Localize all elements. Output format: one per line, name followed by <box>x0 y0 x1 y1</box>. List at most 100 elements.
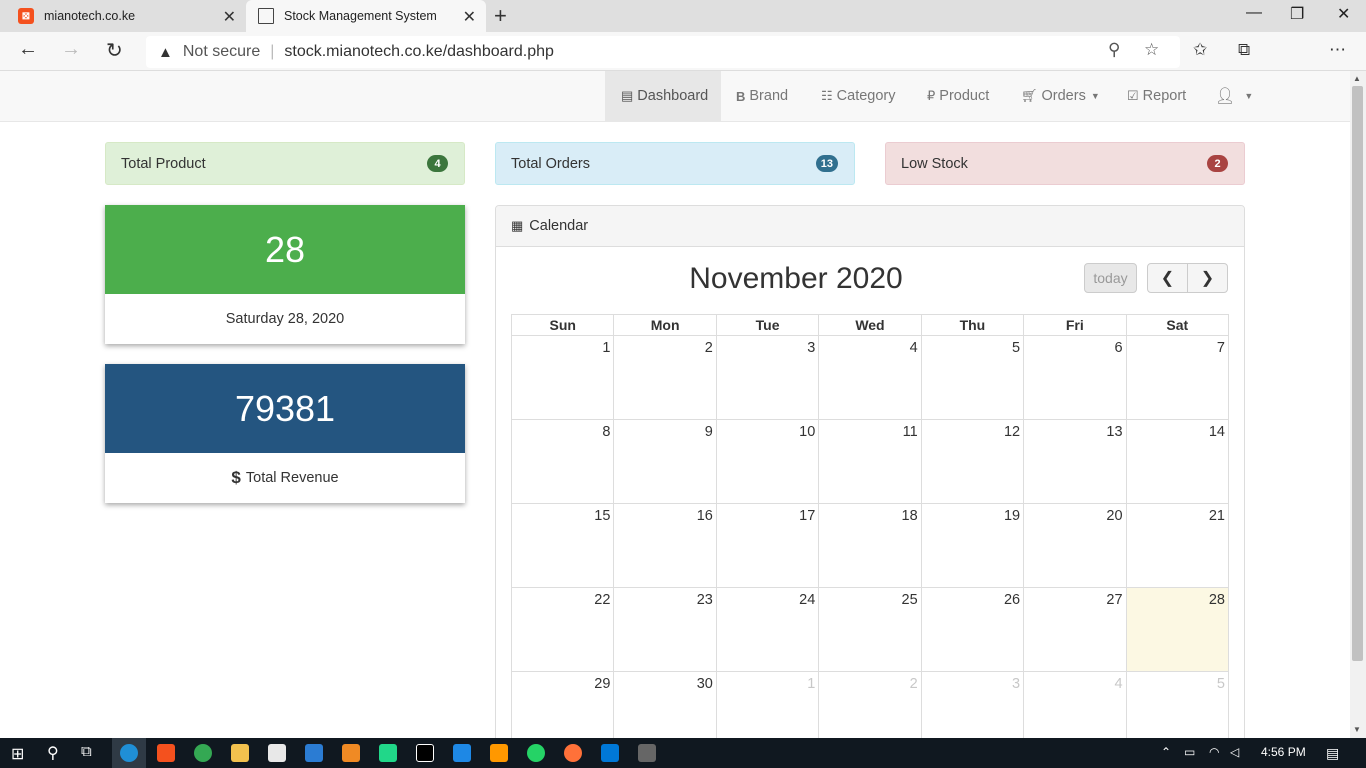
close-window-icon[interactable]: ✕ <box>1337 4 1350 24</box>
low-stock-box[interactable]: Low Stock 2 <box>885 142 1245 185</box>
chevron-right-icon: ❯ <box>1200 270 1215 287</box>
edge-icon[interactable] <box>120 744 138 762</box>
calendar-week-row: 1 2 3 4 5 6 7 <box>510 335 1230 420</box>
calendar-day[interactable]: 13 <box>1023 419 1127 504</box>
calendar-day[interactable]: 15 <box>510 503 615 588</box>
calendar-day-other-month[interactable]: 4 <box>1023 671 1127 744</box>
calendar-day[interactable]: 27 <box>1023 587 1127 672</box>
calendar-day[interactable]: 26 <box>920 587 1025 672</box>
firefox-icon[interactable] <box>564 744 582 762</box>
calendar-day[interactable]: 21 <box>1125 503 1230 588</box>
calendar-day[interactable]: 20 <box>1023 503 1127 588</box>
address-bar: ← → ↻ ▲ Not secure | stock.mianotech.co.… <box>0 32 1366 94</box>
windows-start-icon[interactable]: ⊞ <box>11 744 24 764</box>
new-tab-icon[interactable]: + <box>494 3 507 29</box>
total-orders-box[interactable]: Total Orders 13 <box>495 142 855 185</box>
favorite-star-icon[interactable]: ☆ <box>1144 40 1159 60</box>
whatsapp-icon[interactable] <box>527 744 545 762</box>
calendar-day[interactable]: 24 <box>715 587 820 672</box>
forward-icon[interactable]: → <box>61 38 81 61</box>
nav-report[interactable]: ☑ Report <box>1127 71 1186 121</box>
scroll-up-icon[interactable]: ▲ <box>1353 74 1361 83</box>
notifications-icon[interactable]: ▤ <box>1326 745 1339 762</box>
calendar-day-other-month[interactable]: 1 <box>715 671 820 744</box>
calendar-day-other-month[interactable]: 3 <box>920 671 1025 744</box>
windows-taskbar: ⊞ ⚲ ⧉ ⌃ ▭ ◠ ◁ 4:56 PM ▤ <box>0 738 1366 768</box>
vscode-icon[interactable] <box>601 744 619 762</box>
nav-brand[interactable]: B Brand <box>736 71 788 121</box>
calendar-day[interactable]: 5 <box>920 335 1025 420</box>
calendar-day[interactable]: 19 <box>920 503 1025 588</box>
browser-tab-stock[interactable]: Stock Management System ✕ <box>246 0 486 32</box>
calendar-day[interactable]: 11 <box>818 419 922 504</box>
minimize-icon[interactable]: — <box>1246 4 1262 22</box>
today-button[interactable]: today <box>1084 263 1137 293</box>
page-scrollbar[interactable]: ▲ ▼ <box>1350 71 1366 738</box>
calendar-day[interactable]: 9 <box>613 419 717 504</box>
back-icon[interactable]: ← <box>18 38 38 61</box>
calendar-day[interactable]: 10 <box>715 419 820 504</box>
zoom-key-icon[interactable]: ⚲ <box>1108 40 1120 60</box>
calendar-day[interactable]: 29 <box>510 671 615 744</box>
url-field[interactable]: ▲ Not secure | stock.mianotech.co.ke/das… <box>146 36 1180 68</box>
search-icon[interactable]: ⚲ <box>47 743 59 763</box>
store-icon[interactable] <box>268 744 286 762</box>
more-menu-icon[interactable]: ⋯ <box>1329 40 1346 60</box>
calendar-week-row: 15 16 17 18 19 20 21 <box>510 503 1230 588</box>
close-tab-icon[interactable]: ✕ <box>223 7 236 27</box>
calendar-day[interactable]: 7 <box>1125 335 1230 420</box>
scroll-down-icon[interactable]: ▼ <box>1353 725 1361 734</box>
mail-icon[interactable] <box>305 744 323 762</box>
wifi-icon[interactable]: ◠ <box>1209 745 1219 759</box>
calendar-day[interactable]: 12 <box>920 419 1025 504</box>
nav-user-menu[interactable]: 👤︎ ▼ <box>1215 71 1253 121</box>
weekday-header: Tue <box>715 314 820 336</box>
calendar-day[interactable]: 30 <box>613 671 717 744</box>
total-product-box[interactable]: Total Product 4 <box>105 142 465 185</box>
calendar-day[interactable]: 25 <box>818 587 922 672</box>
xampp-icon[interactable] <box>157 744 175 762</box>
browser-tab-mianotech[interactable]: ⊠ mianotech.co.ke ✕ <box>0 0 246 32</box>
task-view-icon[interactable]: ⧉ <box>81 743 92 760</box>
file-explorer-icon[interactable] <box>231 744 249 762</box>
calendar-day[interactable]: 6 <box>1023 335 1127 420</box>
calendar-day[interactable]: 2 <box>613 335 717 420</box>
nav-product[interactable]: ₽ Product <box>927 71 989 121</box>
pycharm-icon[interactable] <box>379 744 397 762</box>
nav-dashboard[interactable]: ▤ Dashboard <box>605 71 721 121</box>
battery-icon[interactable]: ▭ <box>1184 745 1195 759</box>
calendar-day[interactable]: 23 <box>613 587 717 672</box>
intellij-icon[interactable] <box>416 744 434 762</box>
calendar-day[interactable]: 8 <box>510 419 615 504</box>
volume-icon[interactable]: ◁ <box>1230 745 1239 759</box>
calendar-day[interactable]: 14 <box>1125 419 1230 504</box>
favorites-icon[interactable]: ✩ <box>1193 40 1207 60</box>
chrome-icon[interactable] <box>194 744 212 762</box>
calendar-day-other-month[interactable]: 5 <box>1125 671 1230 744</box>
calendar-day[interactable]: 3 <box>715 335 820 420</box>
nav-category[interactable]: ☷ Category <box>821 71 896 121</box>
scrollbar-thumb[interactable] <box>1352 86 1363 661</box>
restore-icon[interactable]: ❐ <box>1290 4 1304 24</box>
clock-time[interactable]: 4:56 PM <box>1261 745 1306 759</box>
chevron-up-icon[interactable]: ⌃ <box>1161 745 1171 759</box>
calendar-day[interactable]: 22 <box>510 587 615 672</box>
vlc-icon[interactable] <box>342 744 360 762</box>
calendar-day-today[interactable]: 28 <box>1125 587 1230 672</box>
nav-orders[interactable]: 🛒︎ Orders ▼ <box>1021 71 1100 121</box>
document-icon[interactable] <box>453 744 471 762</box>
calendar-day[interactable]: 17 <box>715 503 820 588</box>
close-tab-icon[interactable]: ✕ <box>463 7 476 27</box>
collections-icon[interactable]: ⧉ <box>1238 40 1250 60</box>
next-month-button[interactable]: ❯ <box>1187 263 1228 293</box>
calendar-week-row: 22 23 24 25 26 27 28 <box>510 587 1230 672</box>
calendar-day[interactable]: 18 <box>818 503 922 588</box>
calendar-day[interactable]: 16 <box>613 503 717 588</box>
prev-month-button[interactable]: ❮ <box>1147 263 1188 293</box>
calendar-day-other-month[interactable]: 2 <box>818 671 922 744</box>
calendar-day[interactable]: 1 <box>510 335 615 420</box>
refresh-icon[interactable]: ↻ <box>106 38 123 63</box>
calculator-icon[interactable] <box>638 744 656 762</box>
sublime-icon[interactable] <box>490 744 508 762</box>
calendar-day[interactable]: 4 <box>818 335 922 420</box>
